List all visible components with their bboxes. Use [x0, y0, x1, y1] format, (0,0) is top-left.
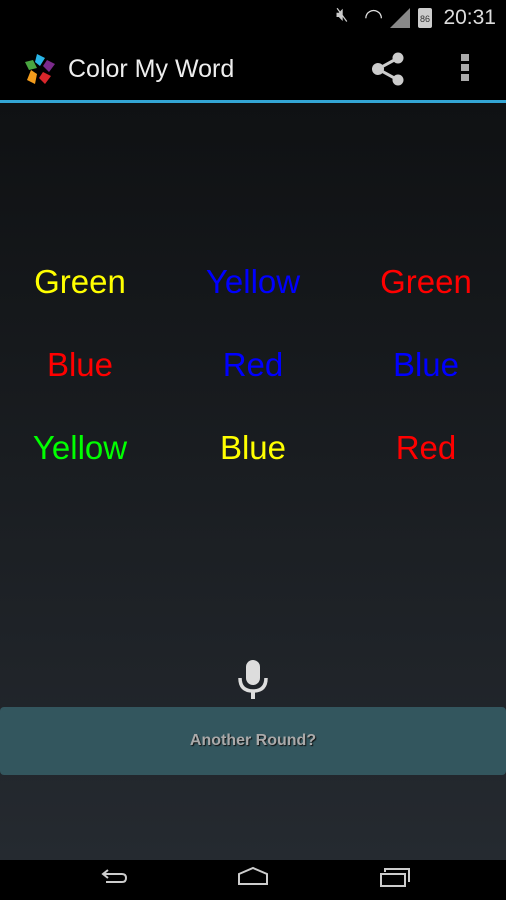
status-bar: 🔇︎ ◠ 86 20:31 — [0, 0, 506, 36]
color-word: Yellow — [32, 429, 128, 466]
microphone-icon[interactable] — [237, 660, 269, 700]
battery-icon: 86 — [418, 8, 432, 28]
home-icon[interactable] — [237, 866, 269, 895]
color-word: Green — [34, 263, 126, 300]
color-word: Red — [222, 346, 284, 383]
back-icon[interactable] — [98, 866, 128, 895]
color-word: Blue — [219, 429, 287, 466]
another-round-button[interactable]: Another Round? — [0, 707, 506, 775]
color-word: Green — [380, 263, 472, 300]
clock: 20:31 — [443, 6, 496, 29]
recent-apps-icon[interactable] — [379, 866, 411, 895]
color-word: Yellow — [205, 263, 301, 300]
action-bar: Color My Word — [0, 36, 506, 103]
app-logo-icon[interactable] — [23, 52, 57, 86]
color-word: Blue — [392, 346, 460, 383]
overflow-menu-icon[interactable] — [461, 54, 469, 84]
mute-icon: 🔇︎ — [336, 4, 349, 26]
color-word: Red — [395, 429, 457, 466]
share-icon[interactable] — [370, 52, 406, 86]
wifi-icon: ◠ — [364, 4, 384, 29]
navigation-bar — [0, 860, 506, 900]
signal-icon — [390, 8, 410, 28]
app-title: Color My Word — [68, 55, 235, 83]
color-word: Blue — [46, 346, 114, 383]
game-area: Green Yellow Green Blue Red Blue Yellow Blue Red… — [0, 103, 506, 860]
